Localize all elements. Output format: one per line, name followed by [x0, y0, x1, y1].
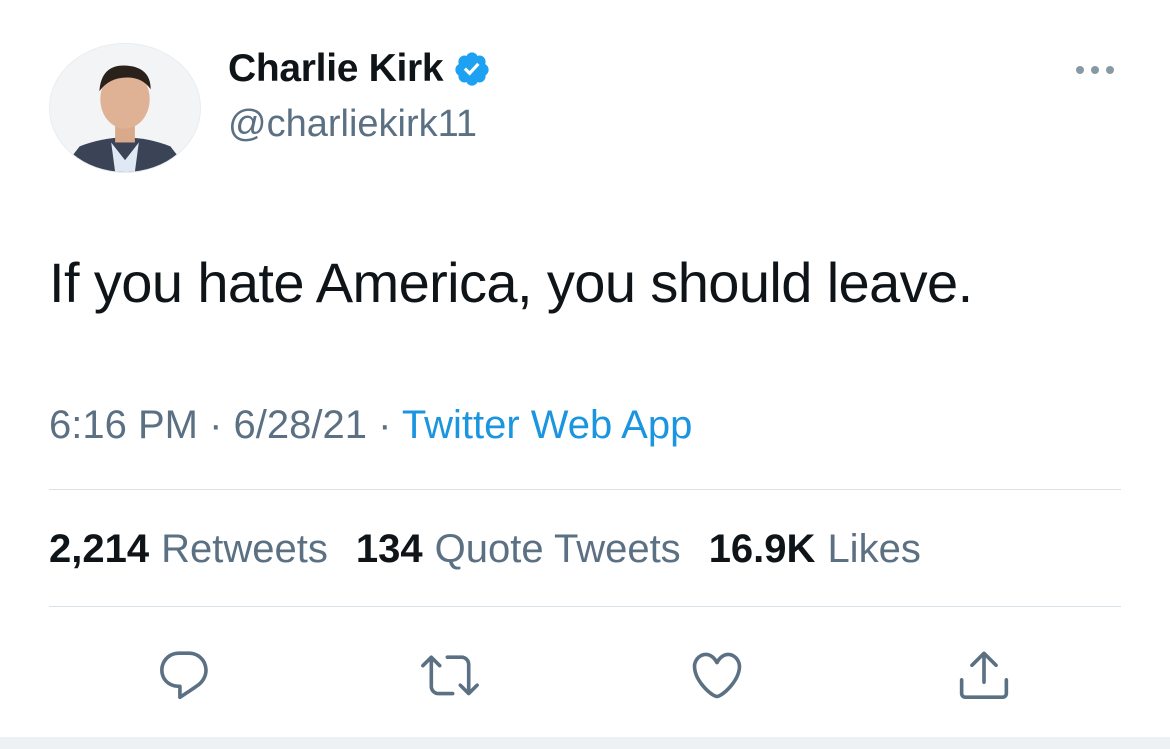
more-dots-icon[interactable] [1072, 60, 1118, 80]
tweet-card: Charlie Kirk @charliekirk11 If you hate … [0, 0, 1170, 749]
quote-tweets-label: Quote Tweets [434, 527, 681, 571]
tweet-source-link[interactable]: Twitter Web App [402, 403, 693, 447]
verified-badge-icon [453, 50, 491, 88]
tweet-stats: 2,214 Retweets 134 Quote Tweets 16.9K Li… [49, 523, 921, 575]
reply-button[interactable] [153, 644, 215, 706]
share-icon [959, 651, 1009, 700]
likes-count: 16.9K [708, 527, 816, 571]
quote-tweets-count: 134 [355, 527, 423, 571]
likes-stat[interactable]: 16.9K Likes [709, 523, 921, 575]
heart-icon [692, 652, 742, 699]
separator: · [209, 403, 234, 447]
reply-icon [160, 651, 208, 700]
display-name-row: Charlie Kirk [228, 44, 491, 94]
retweets-count: 2,214 [49, 527, 150, 571]
tweet-meta: 6:16 PM · 6/28/21 · Twitter Web App [49, 400, 692, 450]
quote-tweets-stat[interactable]: 134 Quote Tweets [356, 523, 681, 575]
avatar[interactable] [49, 43, 201, 173]
likes-label: Likes [827, 527, 921, 571]
retweets-label: Retweets [161, 527, 328, 571]
tweet-text: If you hate America, you should leave. [49, 251, 973, 314]
divider [49, 606, 1121, 607]
retweet-icon [421, 655, 479, 696]
divider [49, 489, 1121, 490]
dot [1076, 66, 1084, 74]
bottom-edge [0, 737, 1170, 749]
like-button[interactable] [686, 644, 748, 706]
dot [1106, 66, 1114, 74]
display-name[interactable]: Charlie Kirk [228, 44, 444, 94]
share-button[interactable] [953, 644, 1015, 706]
handle[interactable]: @charliekirk11 [228, 101, 477, 147]
separator: · [378, 403, 402, 447]
retweet-button[interactable] [419, 644, 481, 706]
dot [1091, 66, 1099, 74]
retweets-stat[interactable]: 2,214 Retweets [49, 523, 328, 575]
tweet-date[interactable]: 6/28/21 [234, 403, 367, 447]
tweet-time[interactable]: 6:16 PM [49, 403, 198, 447]
